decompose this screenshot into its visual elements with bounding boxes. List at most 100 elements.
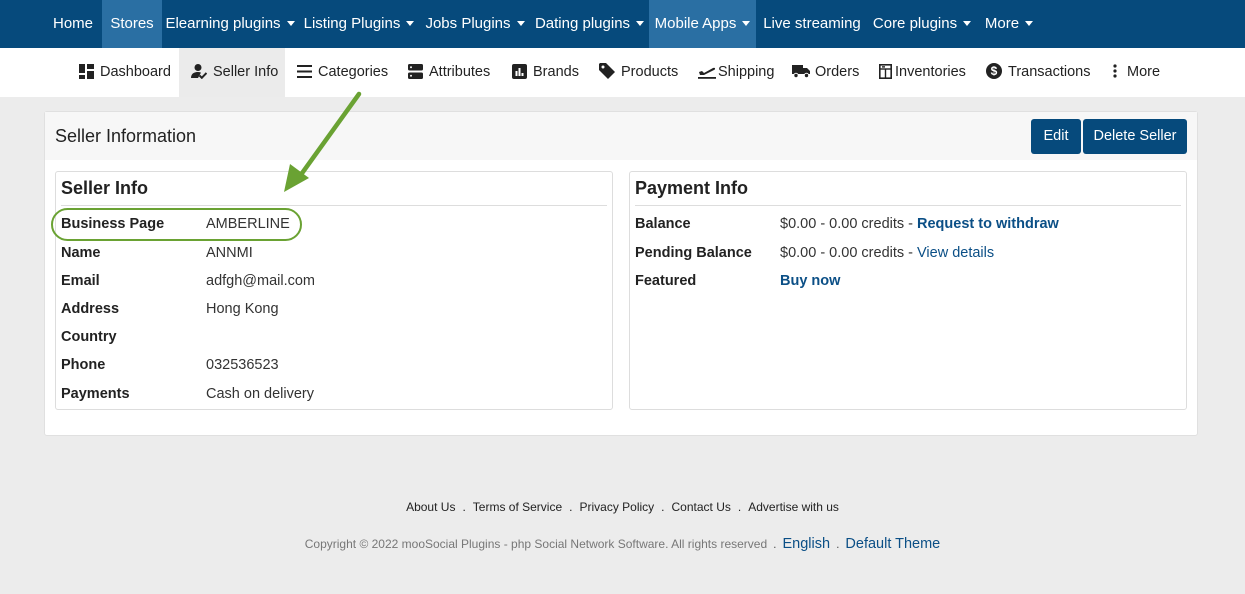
subnav-label: Transactions: [1008, 64, 1091, 80]
separator: .: [737, 500, 742, 514]
topnav-label: Jobs Plugins: [425, 15, 511, 32]
topnav-item-dating-plugins[interactable]: Dating plugins: [530, 0, 649, 48]
caret-down-icon: [963, 20, 972, 26]
theme-link[interactable]: Default Theme: [845, 536, 940, 552]
chart-box-icon: [512, 63, 527, 79]
topnav-label: Dating plugins: [534, 15, 631, 32]
address-value: Hong Kong: [206, 301, 279, 317]
server-icon: [408, 63, 423, 79]
subnav-label: Orders: [815, 64, 860, 80]
footer-link-contact[interactable]: Contact Us: [672, 500, 731, 514]
seller-information-panel: Seller Information Edit Delete Seller Se…: [44, 111, 1198, 436]
separator: .: [836, 537, 840, 551]
subnav-item-inventories[interactable]: Inventories: [879, 48, 966, 97]
subnav-item-seller-info[interactable]: Seller Info: [179, 48, 285, 97]
top-navigation-bar: Home Stores Elearning plugins Listing Pl…: [0, 0, 1245, 48]
balance-row: $0.00 - 0.00 credits - Request to withdr…: [780, 216, 1059, 232]
topnav-label: Mobile Apps: [654, 15, 737, 32]
topnav-item-elearning-plugins[interactable]: Elearning plugins: [162, 0, 298, 48]
topnav-item-core-plugins[interactable]: Core plugins: [868, 0, 976, 48]
subnav-label: Dashboard: [100, 64, 171, 80]
separator: .: [773, 537, 777, 551]
user-check-icon: [191, 64, 208, 80]
business-page-label: Business Page: [61, 216, 165, 232]
subnav-label: Seller Info: [213, 64, 279, 80]
delete-seller-button[interactable]: Delete Seller: [1083, 119, 1187, 154]
edit-button[interactable]: Edit: [1031, 119, 1081, 154]
seller-info-card: Seller Info Business Page AMBERLINE Name…: [55, 171, 613, 410]
copyright-line: Copyright © 2022 mooSocial Plugins - php…: [0, 536, 1245, 552]
footer-link-privacy[interactable]: Privacy Policy: [579, 500, 654, 514]
balance-label: Balance: [635, 216, 691, 232]
subnav-item-orders[interactable]: Orders: [792, 48, 859, 97]
subnav-item-brands[interactable]: Brands: [512, 48, 579, 97]
caret-down-icon: [516, 20, 525, 26]
topnav-item-mobile-apps[interactable]: Mobile Apps: [649, 0, 756, 48]
country-label: Country: [61, 329, 117, 345]
pending-balance-label: Pending Balance: [635, 245, 752, 261]
topnav-item-stores[interactable]: Stores: [102, 0, 162, 48]
payment-info-title: Payment Info: [635, 178, 749, 198]
subnav-item-categories[interactable]: Categories: [297, 48, 388, 97]
separator: .: [569, 500, 573, 514]
tag-icon: [599, 63, 615, 80]
subnav-item-attributes[interactable]: Attributes: [408, 48, 490, 97]
topnav-item-listing-plugins[interactable]: Listing Plugins: [298, 0, 420, 48]
topnav-item-live-streaming[interactable]: Live streaming: [756, 0, 868, 48]
featured-row: Buy now: [780, 273, 840, 289]
email-value: adfgh@mail.com: [206, 273, 316, 289]
topnav-label: More: [984, 15, 1020, 32]
subnav-label: Brands: [533, 64, 579, 80]
subnav-label: Products: [621, 64, 679, 80]
topnav-label: Elearning plugins: [165, 15, 281, 32]
kebab-icon: [1113, 64, 1117, 78]
dollar-circle-icon: $: [986, 63, 1002, 80]
subnav-item-dashboard[interactable]: Dashboard: [79, 48, 171, 97]
subnav-label: Categories: [318, 64, 389, 80]
payments-value: Cash on delivery: [206, 386, 314, 402]
caret-down-icon: [636, 20, 645, 26]
payments-label: Payments: [61, 386, 130, 402]
separator: .: [462, 500, 466, 514]
caret-down-icon: [742, 20, 751, 26]
divider: [635, 205, 1181, 206]
pending-balance-value: $0.00 - 0.00 credits -: [780, 245, 918, 261]
truck-icon: [792, 65, 810, 79]
caret-down-icon: [1025, 20, 1034, 26]
subnav-item-shipping[interactable]: Shipping: [698, 48, 774, 97]
topnav-item-home[interactable]: Home: [44, 0, 102, 48]
buy-now-link[interactable]: Buy now: [780, 273, 840, 289]
subnav-item-more[interactable]: More: [1113, 48, 1160, 97]
subnav-item-transactions[interactable]: $ Transactions: [986, 48, 1090, 97]
seller-info-title: Seller Info: [61, 178, 149, 198]
subnav-item-products[interactable]: Products: [599, 48, 678, 97]
request-withdraw-link[interactable]: Request to withdraw: [917, 216, 1059, 232]
subnav-label: More: [1127, 64, 1161, 80]
topnav-item-more[interactable]: More: [976, 0, 1042, 48]
dashboard-icon: [79, 63, 94, 79]
subnav-label: Attributes: [429, 64, 491, 80]
subnav-label: Shipping: [718, 64, 775, 80]
cabinet-icon: [879, 63, 892, 79]
footer-link-terms[interactable]: Terms of Service: [473, 500, 562, 514]
topnav-item-jobs-plugins[interactable]: Jobs Plugins: [420, 0, 530, 48]
topnav-label: Listing Plugins: [303, 15, 401, 32]
topnav-label: Live streaming: [763, 15, 861, 32]
name-value: ANNMI: [206, 245, 253, 261]
page-title: Seller Information: [55, 126, 197, 146]
divider: [61, 205, 607, 206]
list-icon: [297, 64, 312, 78]
featured-label: Featured: [635, 273, 697, 289]
topnav-label: Stores: [110, 15, 154, 32]
pending-balance-row: $0.00 - 0.00 credits - View details: [780, 245, 994, 261]
topnav-label: Core plugins: [872, 15, 958, 32]
view-details-link[interactable]: View details: [917, 245, 994, 261]
footer-links: About Us. Terms of Service. Privacy Policy…: [0, 500, 1245, 514]
caret-down-icon: [286, 20, 295, 26]
address-label: Address: [61, 301, 120, 317]
footer-link-about[interactable]: About Us: [406, 500, 455, 514]
language-link[interactable]: English: [783, 536, 831, 552]
footer-link-advertise[interactable]: Advertise with us: [748, 500, 839, 514]
phone-value: 032536523: [206, 357, 279, 373]
name-label: Name: [61, 245, 101, 261]
